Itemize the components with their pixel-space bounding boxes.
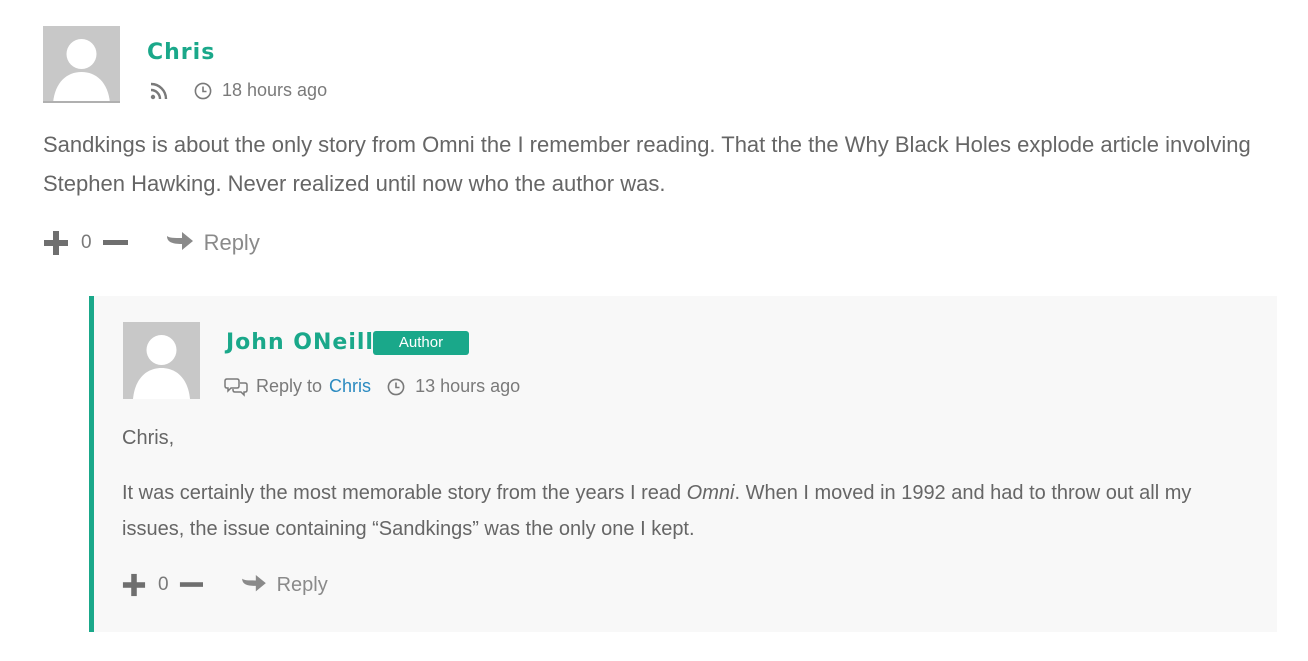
- default-avatar-icon: [123, 322, 200, 399]
- comment-time[interactable]: 18 hours ago: [222, 80, 327, 101]
- reply-arrow-icon: [241, 575, 267, 595]
- default-avatar-icon: [43, 26, 120, 103]
- comment-time[interactable]: 13 hours ago: [415, 376, 520, 397]
- upvote-button[interactable]: [43, 230, 69, 256]
- plus-icon: [122, 573, 146, 597]
- plus-icon: [44, 231, 68, 255]
- clock-icon: [387, 378, 405, 396]
- reply-to-link[interactable]: Chris: [329, 376, 371, 397]
- comment-body: Sandkings is about the only story from O…: [43, 125, 1273, 203]
- avatar: [123, 322, 200, 399]
- vote-count: 0: [158, 574, 169, 595]
- comment-meta: 18 hours ago: [150, 80, 327, 101]
- reply-label: Reply: [276, 573, 328, 596]
- comment-greeting: Chris,: [122, 427, 175, 449]
- comments-section: Chris 18 hours ago Sandkings is about th…: [0, 0, 1308, 661]
- reply-label: Reply: [203, 230, 260, 255]
- clock-icon: [194, 82, 212, 100]
- paragraph-text: It was certainly the most memorable stor…: [122, 482, 687, 504]
- minus-icon: [102, 240, 128, 245]
- vote-count: 0: [81, 232, 92, 253]
- comment-paragraph: Sandkings is about the only story from O…: [43, 132, 1251, 196]
- comment-actions: 0 Reply: [122, 573, 328, 597]
- reply-arrow-icon: [166, 232, 194, 254]
- comment-actions: 0 Reply: [43, 230, 260, 256]
- reply-comment-john: John ONeill Author Reply to Chris 13 hou…: [89, 296, 1277, 632]
- reply-button[interactable]: Reply: [166, 230, 260, 256]
- author-badge: Author: [373, 331, 469, 355]
- avatar-underline: [43, 101, 120, 103]
- upvote-button[interactable]: [122, 573, 146, 597]
- italic-title: Omni: [686, 482, 735, 504]
- reply-to-prefix: Reply to: [256, 376, 323, 396]
- downvote-button[interactable]: [179, 573, 203, 597]
- comment-body: Chris, It was certainly the most memorab…: [122, 420, 1252, 547]
- rss-icon[interactable]: [150, 82, 168, 100]
- downvote-button[interactable]: [102, 230, 128, 256]
- comment-meta: Reply to Chris 13 hours ago: [224, 376, 520, 397]
- reply-button[interactable]: Reply: [241, 574, 328, 597]
- comment-paragraph: It was certainly the most memorable stor…: [122, 475, 1252, 547]
- avatar: [43, 26, 120, 103]
- speech-bubbles-icon: [224, 377, 248, 397]
- comment-author[interactable]: Chris: [147, 40, 215, 65]
- comment-author[interactable]: John ONeill: [226, 330, 374, 355]
- minus-icon: [179, 582, 203, 587]
